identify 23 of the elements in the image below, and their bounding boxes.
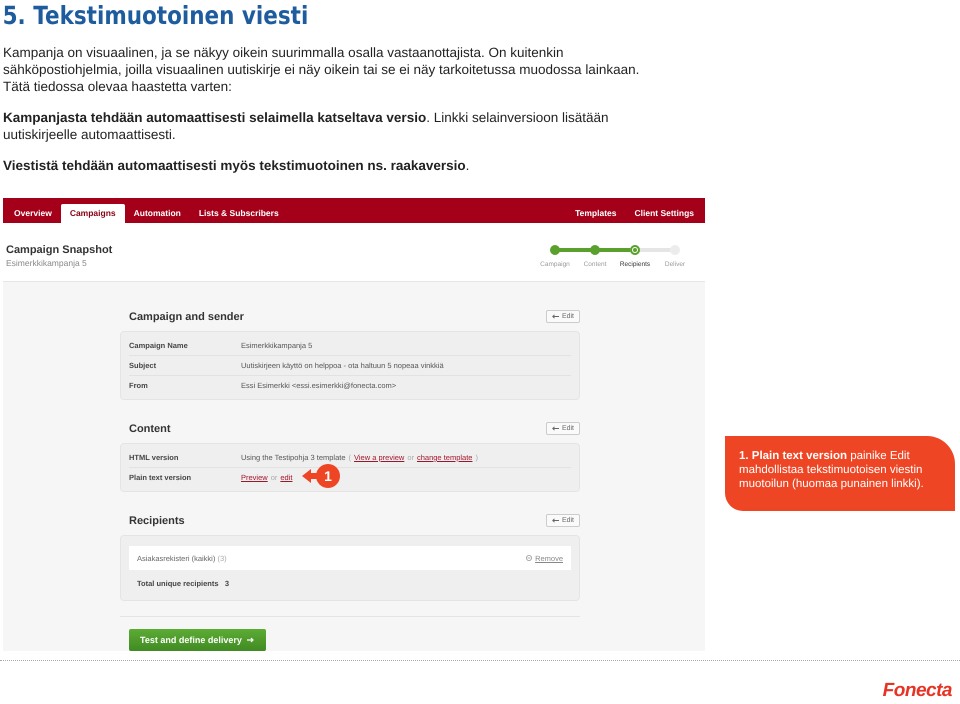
arrow-left-icon — [552, 426, 559, 431]
page-heading: 5. Tekstimuotoinen viesti — [2, 0, 310, 32]
nav-tab[interactable]: Templates — [566, 204, 626, 223]
arrow-right-icon — [246, 637, 255, 643]
logo: Fonecta — [882, 680, 952, 702]
arrow-left-icon — [552, 314, 559, 319]
section-title: Recipients — [129, 514, 185, 526]
nav-tab[interactable]: Campaigns — [60, 204, 125, 223]
test-delivery-button[interactable]: Test and define delivery — [129, 629, 266, 651]
nav-tab[interactable]: Client Settings — [625, 204, 703, 223]
paragraph: Kampanja on visuaalinen, ja se näkyy oikein suurimmalla osalla vastaanottajista. On kuitenkin sähköpostiohjelmia, joilla visuaalinen uutiskirje ei näy oikein tai se ei näy tarkoitetussa muodossa lainkaan. Tätä tiedossa olevaa haastetta varten: — [3, 45, 640, 94]
nav-tab[interactable]: Overview — [5, 204, 61, 223]
snapshot-title: Campaign Snapshot — [6, 244, 112, 256]
nav-tab[interactable]: Automation — [124, 204, 190, 223]
remove-icon — [526, 555, 532, 561]
nav-tab[interactable]: Lists & Subscribers — [190, 204, 288, 223]
campaign-name: Esimerkkikampanja 5 — [6, 258, 88, 268]
paragraph: Kampanjasta tehdään automaattisesti selaimella katseltava versio. Linkki selainversioon lisätään uutiskirjeelle automaattisesti. — [3, 110, 609, 142]
arrow-left-icon — [552, 518, 559, 523]
section-title: Campaign and sender — [129, 310, 244, 322]
section-title: Content — [129, 422, 171, 434]
callout-text: 1. Plain text version painike Edit mahdollistaa tekstimuotoisen viestin muotoilun (huomaa punainen linkki). — [739, 450, 924, 490]
paragraph: Viestistä tehdään automaattisesti myös tekstimuotoinen ns. raakaversio. — [3, 158, 470, 173]
